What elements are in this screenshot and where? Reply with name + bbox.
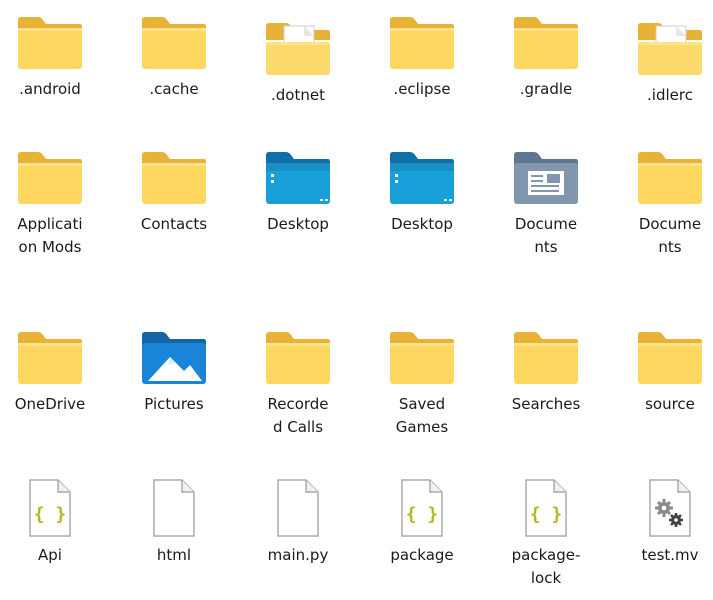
json-file-icon: { } bbox=[372, 460, 472, 538]
folder-icon bbox=[620, 315, 713, 387]
desktop-folder-2[interactable]: Desktop bbox=[372, 135, 472, 275]
pictures-folder[interactable]: Pictures bbox=[124, 315, 224, 455]
item-label: package bbox=[390, 546, 454, 564]
folder-icon bbox=[248, 315, 348, 387]
saved-games-folder[interactable]: Saved Games bbox=[372, 315, 472, 455]
item-label: Docume nts bbox=[514, 215, 578, 256]
item-label: .eclipse bbox=[393, 80, 451, 98]
json-file-icon: { } bbox=[496, 460, 596, 538]
settings-file-icon bbox=[620, 460, 713, 538]
item-label: Desktop bbox=[267, 215, 329, 233]
item-label: .android bbox=[19, 80, 81, 98]
onedrive-folder[interactable]: OneDrive bbox=[0, 315, 100, 455]
item-label: Api bbox=[38, 546, 62, 564]
item-label: .dotnet bbox=[271, 86, 325, 104]
item-label: main.py bbox=[267, 546, 329, 564]
package-lock-file[interactable]: { } package- lock bbox=[496, 460, 596, 600]
blank-file-icon bbox=[248, 460, 348, 538]
desktop-folder-1[interactable]: Desktop bbox=[248, 135, 348, 275]
item-label: OneDrive bbox=[14, 395, 86, 413]
folder-with-file-icon bbox=[248, 0, 348, 78]
dotnet-folder[interactable]: .dotnet bbox=[248, 0, 348, 140]
recorded-calls-folder[interactable]: Recorde d Calls bbox=[248, 315, 348, 455]
documents-folder-2[interactable]: Docume nts bbox=[620, 135, 713, 275]
item-label: Saved Games bbox=[395, 395, 449, 436]
svg-text:{ }: { } bbox=[530, 504, 563, 525]
cache-folder[interactable]: .cache bbox=[124, 0, 224, 140]
item-label: Applicati on Mods bbox=[17, 215, 83, 256]
documents-folder-1[interactable]: Docume nts bbox=[496, 135, 596, 275]
source-folder[interactable]: source bbox=[620, 315, 713, 455]
folder-icon bbox=[372, 315, 472, 387]
item-label: Searches bbox=[511, 395, 581, 413]
item-label: .idlerc bbox=[647, 86, 693, 104]
folder-icon bbox=[372, 0, 472, 72]
android-folder[interactable]: .android bbox=[0, 0, 100, 140]
contacts-folder[interactable]: Contacts bbox=[124, 135, 224, 275]
gradle-folder[interactable]: .gradle bbox=[496, 0, 596, 140]
documents-folder-icon bbox=[496, 135, 596, 207]
folder-icon bbox=[620, 135, 713, 207]
item-label: package- lock bbox=[511, 546, 581, 587]
searches-folder[interactable]: Searches bbox=[496, 315, 596, 455]
item-label: .cache bbox=[149, 80, 199, 98]
folder-icon bbox=[496, 0, 596, 72]
application-mods-folder[interactable]: Applicati on Mods bbox=[0, 135, 100, 275]
item-label: test.mv bbox=[641, 546, 699, 564]
item-label: Docume nts bbox=[638, 215, 702, 256]
item-label: Pictures bbox=[144, 395, 204, 413]
folder-icon bbox=[0, 135, 100, 207]
svg-text:{ }: { } bbox=[34, 504, 67, 525]
blank-file-icon bbox=[124, 460, 224, 538]
eclipse-folder[interactable]: .eclipse bbox=[372, 0, 472, 140]
desktop-folder-icon bbox=[372, 135, 472, 207]
item-label: Desktop bbox=[391, 215, 453, 233]
desktop-folder-icon bbox=[248, 135, 348, 207]
folder-icon bbox=[0, 315, 100, 387]
idlerc-folder[interactable]: .idlerc bbox=[620, 0, 713, 140]
api-file[interactable]: { } Api bbox=[0, 460, 100, 600]
folder-with-file-icon bbox=[620, 0, 713, 78]
item-label: Recorde d Calls bbox=[267, 395, 329, 436]
folder-icon bbox=[0, 0, 100, 72]
item-label: Contacts bbox=[140, 215, 208, 233]
svg-text:{ }: { } bbox=[406, 504, 439, 525]
html-file[interactable]: html bbox=[124, 460, 224, 600]
item-label: html bbox=[156, 546, 192, 564]
folder-icon bbox=[496, 315, 596, 387]
item-label: .gradle bbox=[519, 80, 573, 98]
file-explorer-icon-grid: .android .cache .dotnet .eclipse .gradle bbox=[0, 0, 713, 598]
test-mv-file[interactable]: test.mv bbox=[620, 460, 713, 600]
item-label: source bbox=[645, 395, 695, 413]
pictures-folder-icon bbox=[124, 315, 224, 387]
json-file-icon: { } bbox=[0, 460, 100, 538]
main-py-file[interactable]: main.py bbox=[248, 460, 348, 600]
folder-icon bbox=[124, 135, 224, 207]
package-file[interactable]: { } package bbox=[372, 460, 472, 600]
folder-icon bbox=[124, 0, 224, 72]
